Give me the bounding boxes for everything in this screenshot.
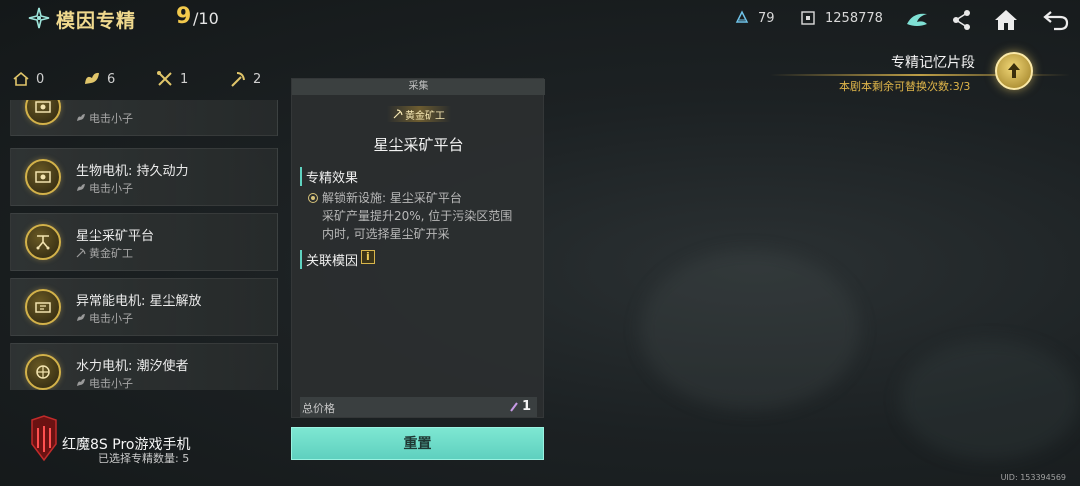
memory-fragment-remaining: 本剧本剩余可替换次数:3/3: [839, 80, 971, 93]
list-item-category: 电击小子: [76, 310, 133, 326]
leaf-icon: [77, 379, 85, 386]
list-item-category: 黄金矿工: [76, 245, 133, 261]
page-title: 模因专精: [56, 10, 137, 32]
leaf-icon: [77, 184, 85, 191]
detail-panel: 采集 黄金矿工 星尘采矿平台 专精效果 解锁新设施: 星尘采矿平台 采矿产量提升…: [291, 78, 545, 418]
background-blur: [900, 340, 1080, 460]
pickaxe-icon: [393, 109, 403, 119]
background-blur: [640, 250, 860, 410]
generator-icon: [25, 159, 61, 195]
list-item-name: 异常能电机: 星尘解放: [76, 294, 202, 309]
effect-line: 解锁新设施: 星尘采矿平台: [308, 189, 462, 206]
class-badge: 黄金矿工: [387, 106, 451, 122]
leaf-icon: [85, 72, 99, 84]
gem-icon: [510, 402, 518, 412]
list-item-selected[interactable]: 星尘采矿平台 黄金矿工: [10, 213, 278, 271]
crystal-count: 79: [758, 11, 775, 26]
bullet-icon: [308, 193, 318, 203]
category-tabs: 0 6 1 2: [0, 62, 280, 96]
info-icon[interactable]: i: [361, 250, 375, 264]
tab-leaf[interactable]: 6: [83, 70, 115, 88]
list-item-name: 生物电机: 持久动力: [76, 164, 189, 179]
list-item[interactable]: 水力电机: 潮汐使者 电击小子: [10, 343, 278, 390]
upgrade-arrow-icon: [1008, 63, 1020, 78]
water-generator-icon: [25, 354, 61, 390]
pickaxe-icon: [231, 72, 245, 87]
list-item[interactable]: 生物电机: 持久动力 电击小子: [10, 148, 278, 206]
share-icon[interactable]: [948, 6, 976, 34]
crystal-icon: [735, 10, 749, 23]
tab-tools[interactable]: 1: [156, 70, 188, 88]
list-item[interactable]: 异常能电机: 星尘解放 电击小子: [10, 278, 278, 336]
list-item-name: 星尘采矿平台: [76, 229, 155, 244]
panel-category: 采集: [292, 79, 545, 95]
related-heading: 关联模因: [300, 250, 358, 269]
selected-count: 已选择专精数量: 5: [98, 452, 190, 465]
mastery-counter-total: /10: [193, 9, 219, 28]
uid-label: UID: 153394569: [1000, 473, 1066, 482]
tab-leaf-count: 6: [107, 71, 116, 87]
list-item[interactable]: 电击小子: [10, 100, 278, 136]
mastery-counter: 9: [176, 4, 192, 29]
price-value: 1: [521, 399, 531, 414]
list-item-category: 电击小子: [76, 180, 133, 196]
pickaxe-icon: [76, 248, 86, 258]
generator-icon: [25, 100, 61, 125]
header: 模因专精 9 /10 79 1258778: [0, 0, 1080, 40]
effect-heading: 专精效果: [300, 167, 358, 186]
effect-line: 内时, 可选择星尘矿开采: [322, 227, 450, 241]
device-logo-icon: [31, 415, 57, 462]
panel-title: 星尘采矿平台: [373, 136, 464, 154]
meme-logo-icon: [28, 7, 50, 29]
reset-button[interactable]: 重置: [291, 427, 544, 460]
tab-pickaxe[interactable]: 2: [229, 70, 261, 88]
crossed-tools-icon: [157, 71, 172, 86]
price-label: 总价格: [302, 402, 335, 415]
tab-house-count: 0: [36, 71, 45, 87]
meme-list[interactable]: 电击小子 生物电机: 持久动力 电击小子 星尘采矿平台 黄金矿工 异常能电机: …: [10, 100, 280, 390]
currency-count: 1258778: [825, 11, 883, 26]
house-icon: [13, 71, 29, 86]
leaf-icon: [77, 314, 85, 321]
list-item-category: 电击小子: [76, 110, 133, 126]
memory-fragment-title: 专精记忆片段: [891, 55, 975, 71]
anomaly-generator-icon: [25, 289, 61, 325]
home-icon[interactable]: [992, 6, 1020, 34]
list-item-name: 水力电机: 潮汐使者: [76, 359, 189, 374]
tab-tools-count: 1: [180, 71, 189, 87]
memory-fragment-button[interactable]: [995, 52, 1033, 90]
tab-pickaxe-count: 2: [253, 71, 262, 87]
leaf-icon: [77, 114, 85, 121]
faction-emblem-icon[interactable]: [903, 6, 931, 34]
back-icon[interactable]: [1042, 6, 1070, 34]
list-item-category: 电击小子: [76, 375, 133, 390]
mining-platform-icon: [25, 224, 61, 260]
tab-house[interactable]: 0: [12, 70, 44, 88]
currency-icon: [801, 11, 815, 25]
total-price-row: 总价格 1: [300, 397, 537, 417]
effect-line: 采矿产量提升20%, 位于污染区范围: [322, 209, 513, 223]
